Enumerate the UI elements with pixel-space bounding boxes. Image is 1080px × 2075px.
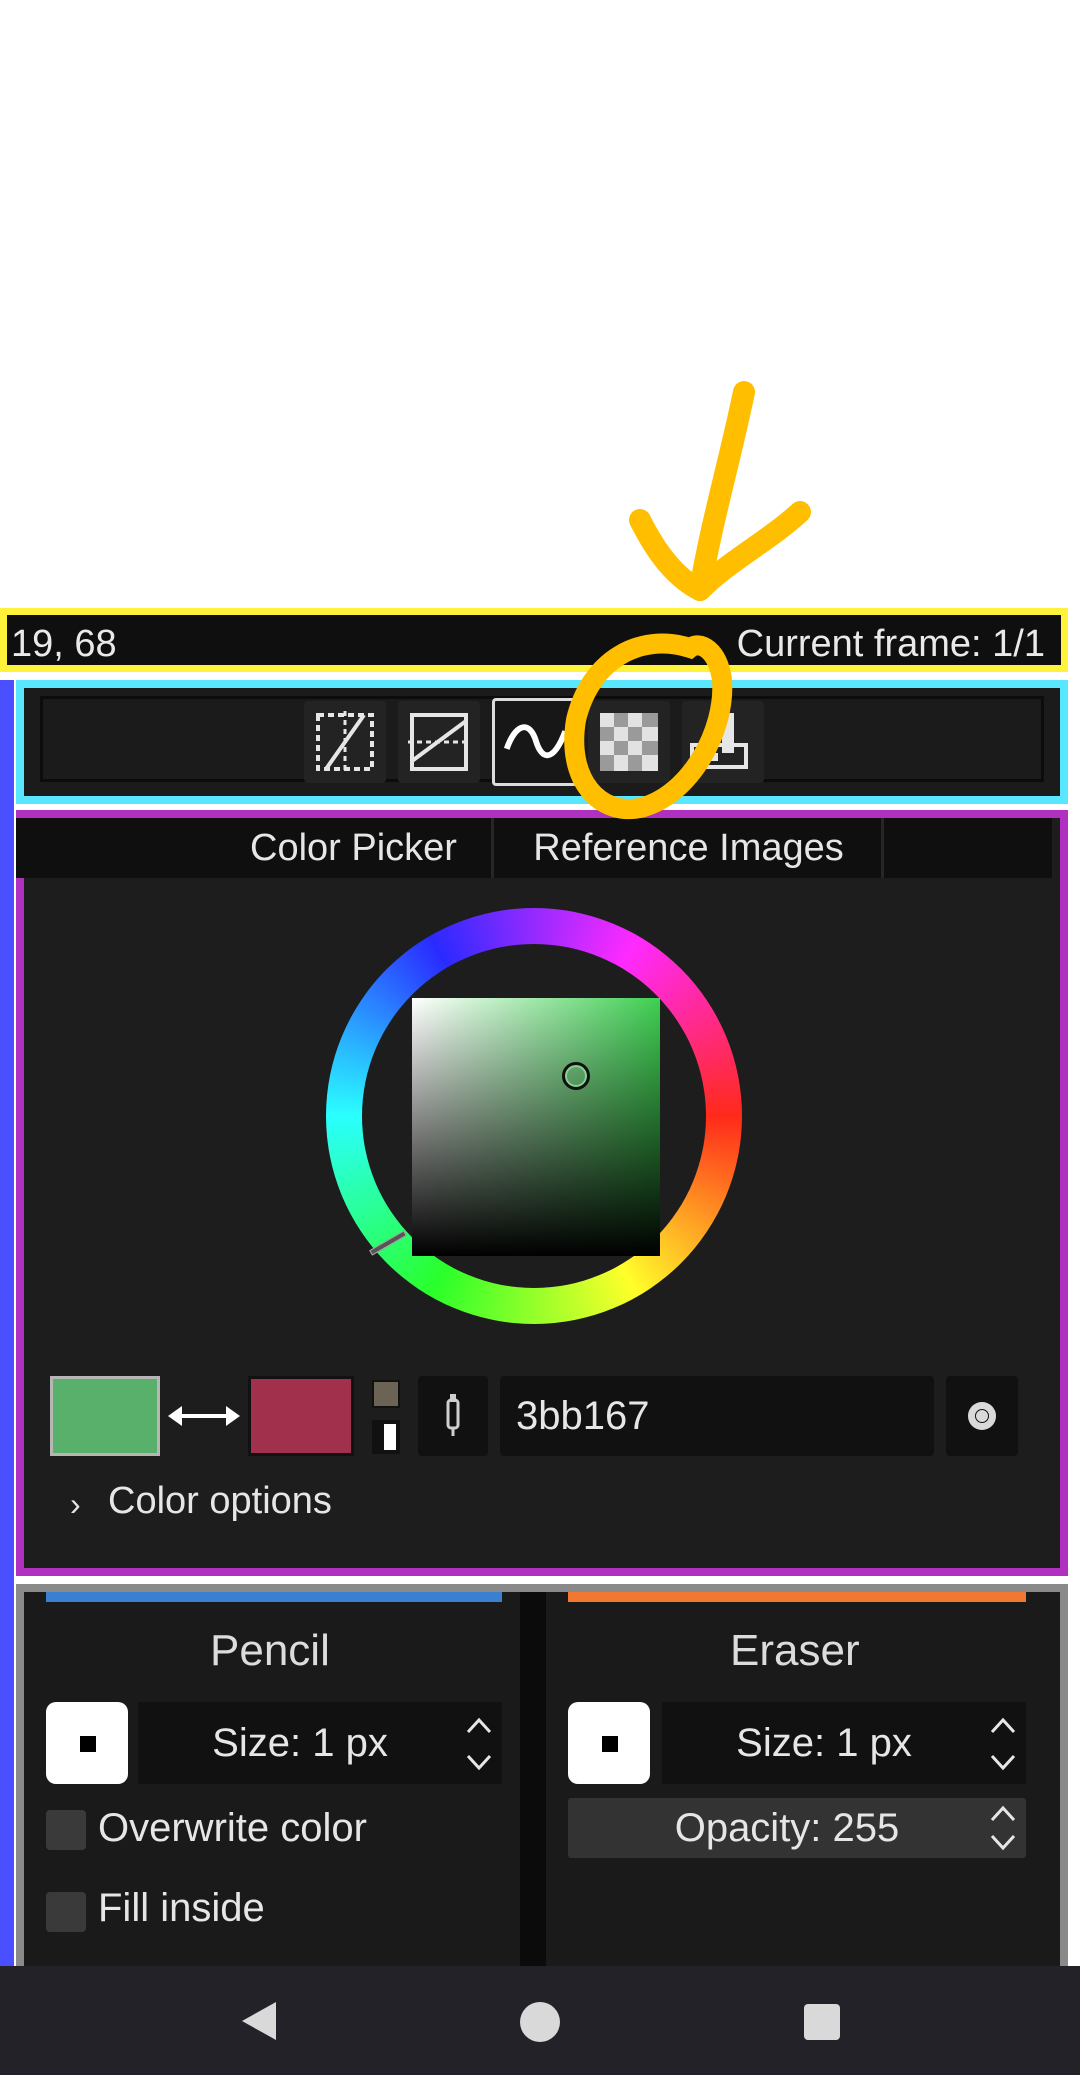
screen-color-picker-button[interactable] (946, 1376, 1018, 1456)
pixel-perfect-button[interactable] (492, 698, 578, 786)
fill-inside-label: Fill inside (98, 1886, 265, 1930)
hex-color-input[interactable]: 3bb167 (500, 1376, 934, 1456)
up-down-arrows-icon (466, 1717, 492, 1771)
up-down-arrows-icon (990, 1805, 1016, 1851)
panel-divider (520, 1592, 546, 1970)
alpha-lock-icon (600, 713, 658, 771)
eraser-opacity-label: Opacity: 255 (674, 1805, 900, 1850)
saturation-value-cursor[interactable] (562, 1062, 590, 1090)
home-icon[interactable] (520, 2002, 560, 2042)
overwrite-color-checkbox[interactable] (46, 1810, 86, 1850)
tab-reference-images[interactable]: Reference Images (496, 818, 884, 878)
right-tool-indicator (568, 1592, 1026, 1602)
right-tool-title: Eraser (730, 1626, 860, 1675)
alpha-lock-button[interactable] (588, 701, 670, 783)
primary-color-swatch[interactable] (50, 1376, 160, 1456)
mirror-vertical-button[interactable] (398, 701, 480, 783)
left-tool-title: Pencil (210, 1626, 330, 1675)
opacity-spinner[interactable] (986, 1798, 1020, 1858)
left-tool-indicator (46, 1592, 502, 1602)
left-panel-edge (0, 680, 14, 1970)
reset-colors-top[interactable] (372, 1380, 400, 1408)
reset-colors-bottom[interactable] (372, 1420, 400, 1454)
eyedropper-icon (446, 1394, 460, 1436)
annotation-arrow-head (629, 501, 811, 601)
pixel-perfect-icon (503, 724, 568, 759)
right-brush-size-field[interactable]: Size: 1 px (662, 1702, 1026, 1784)
fill-inside-checkbox[interactable] (46, 1892, 86, 1932)
mirror-horizontal-button[interactable] (304, 701, 386, 783)
mirror-horizontal-icon (316, 711, 374, 773)
up-down-arrows-icon (990, 1717, 1016, 1771)
color-options-toggle[interactable]: Color options (108, 1480, 332, 1523)
left-brush-shape-button[interactable] (46, 1702, 128, 1784)
tab-color-picker[interactable]: Color Picker (216, 818, 494, 878)
overwrite-color-label: Overwrite color (98, 1806, 367, 1850)
right-brush-size-label: Size: 1 px (736, 1720, 912, 1765)
eraser-opacity-field[interactable]: Opacity: 255 (568, 1798, 1026, 1858)
chevron-right-icon: › (70, 1486, 81, 1522)
status-bar: 19, 68 Current frame: 1/1 (0, 608, 1068, 672)
swap-colors-icon[interactable] (166, 1398, 242, 1434)
left-brush-size-field[interactable]: Size: 1 px (138, 1702, 502, 1784)
back-icon[interactable] (238, 2000, 278, 2042)
secondary-color-swatch[interactable] (248, 1376, 354, 1456)
left-size-spinner[interactable] (462, 1702, 496, 1784)
right-size-spinner[interactable] (986, 1702, 1020, 1784)
draw-on-selection-icon (690, 713, 748, 769)
left-brush-size-label: Size: 1 px (212, 1720, 388, 1765)
eyedropper-button[interactable] (418, 1376, 488, 1456)
saturation-value-square[interactable] (412, 998, 660, 1256)
annotation-arrow-shaft (689, 381, 755, 601)
recent-apps-icon[interactable] (804, 2004, 840, 2040)
draw-on-selection-button[interactable] (682, 701, 764, 783)
mirror-vertical-icon (408, 713, 470, 771)
cursor-coordinates: 19, 68 (11, 623, 117, 665)
panel-tab-bar: Color Picker Reference Images (16, 818, 1052, 878)
current-frame-label: Current frame: 1/1 (736, 623, 1045, 665)
right-brush-shape-button[interactable] (568, 1702, 650, 1784)
